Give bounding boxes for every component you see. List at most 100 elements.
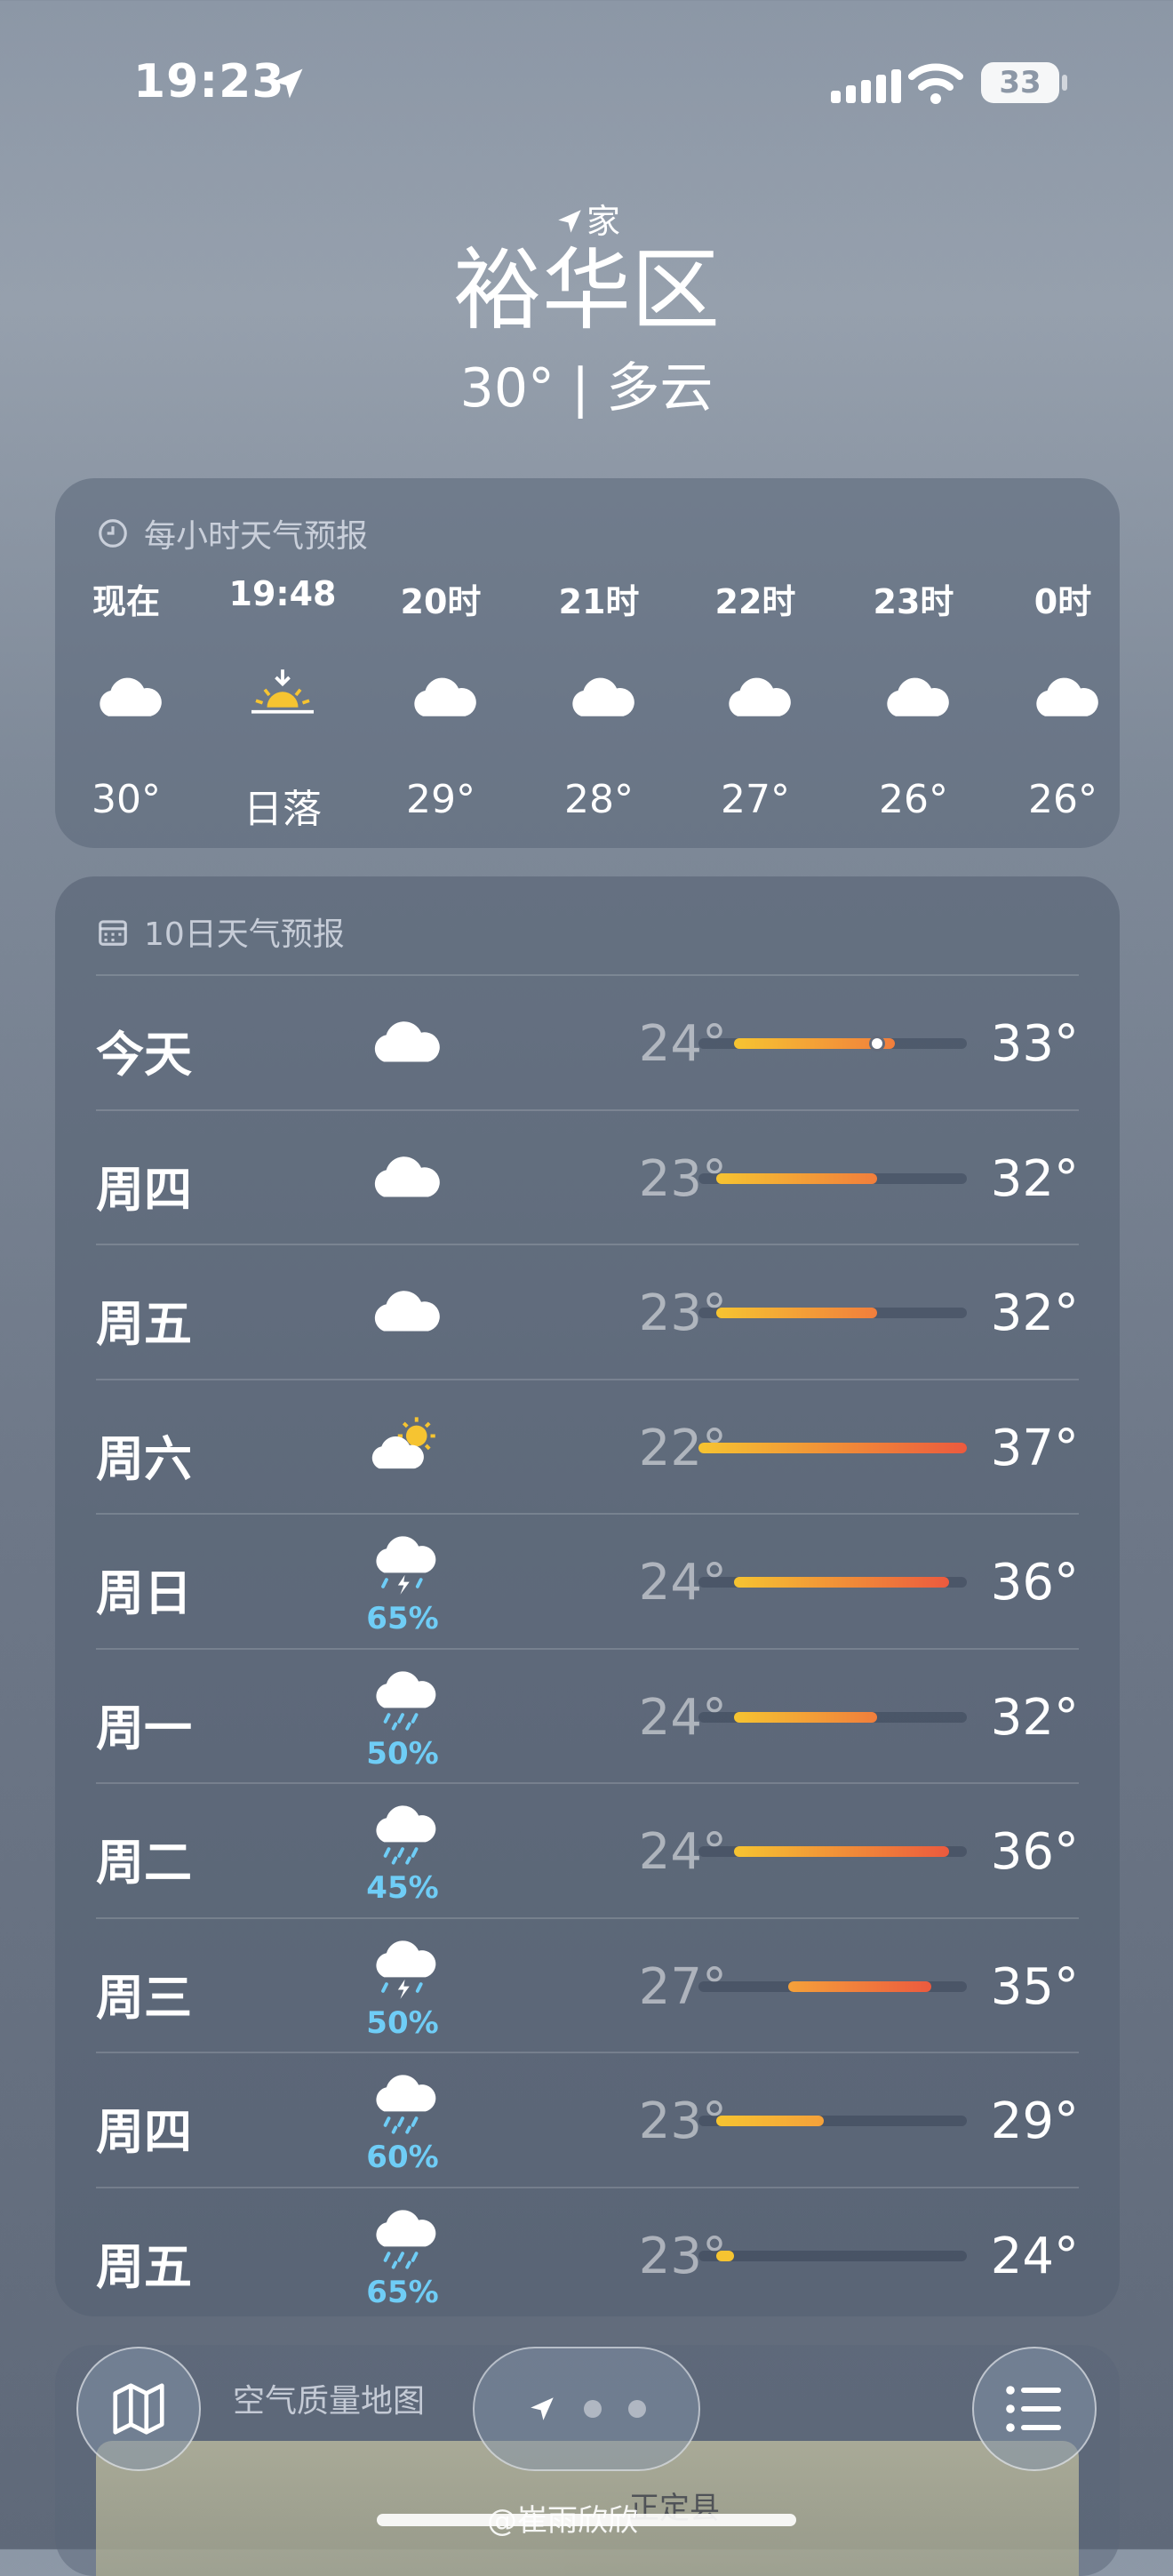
high-temp: 33°	[990, 1015, 1079, 1073]
day-label: 周四	[96, 1161, 192, 1218]
map-icon	[113, 2383, 164, 2435]
day-label: 周一	[96, 1700, 192, 1756]
row-divider	[96, 1108, 1079, 1111]
day-label: 周六	[96, 1430, 192, 1487]
temp-range-fill	[716, 1172, 878, 1184]
cloud-icon	[370, 667, 512, 724]
page-dot	[584, 2400, 602, 2418]
temp-range-fill	[716, 1308, 878, 1318]
cloud-icon	[365, 1279, 440, 1342]
location-services-icon	[273, 68, 303, 99]
row-divider	[96, 2186, 1079, 2188]
hour-label: 21时	[558, 582, 640, 621]
row-divider	[96, 2052, 1079, 2053]
hour-label: 0时	[1033, 582, 1092, 621]
hour-temp: 29°	[406, 777, 475, 822]
daily-row[interactable]: 周一 50% 24° 32°	[96, 1647, 1079, 1782]
list-icon	[1006, 2386, 1061, 2432]
temp-range-fill	[734, 1711, 878, 1723]
hourly-forecast-card[interactable]: 每小时天气预报 现在 30° 19:48 日落 20时 29° 21时 28° 22时 27° 23…	[55, 478, 1120, 848]
temp-range-bar	[698, 1577, 967, 1588]
temp-range-fill	[716, 2250, 735, 2261]
daily-row[interactable]: 周二 45% 24° 36°	[96, 1782, 1079, 1916]
day-label: 周三	[96, 1969, 192, 2026]
clock-icon	[99, 519, 127, 548]
wifi-icon	[908, 63, 963, 104]
calendar-icon	[99, 920, 127, 946]
weather-icon-cell: 50%	[354, 1670, 451, 1772]
day-label: 周二	[96, 1835, 192, 1891]
high-temp: 36°	[990, 1554, 1079, 1612]
temp-range-fill	[734, 1846, 949, 1857]
daily-row[interactable]: 周四 60% 23° 29°	[96, 2052, 1079, 2186]
cloud-icon	[528, 667, 670, 724]
high-temp: 29°	[990, 2092, 1079, 2150]
high-temp: 32°	[990, 1688, 1079, 1747]
weather-icon-cell	[354, 1279, 451, 1342]
battery-indicator: 33	[981, 62, 1059, 103]
weather-icon-cell	[354, 1145, 451, 1208]
precip-chance: 60%	[366, 2140, 439, 2176]
daily-row[interactable]: 周五 23° 32°	[96, 1244, 1079, 1378]
hour-temp: 30°	[92, 777, 161, 822]
daily-row[interactable]: 周四 23° 32°	[96, 1108, 1079, 1244]
precip-chance: 50%	[366, 2004, 439, 2041]
high-temp: 37°	[990, 1419, 1079, 1477]
ten-day-forecast-title: 10日天气预报	[144, 916, 345, 953]
day-label: 今天	[96, 1027, 192, 1083]
row-divider	[96, 1647, 1079, 1650]
day-label: 周五	[96, 2238, 192, 2295]
high-temp: 36°	[990, 1823, 1079, 1881]
current-location-icon	[531, 2397, 554, 2420]
temp-range-fill	[698, 1442, 967, 1453]
hour-temp: 26°	[1028, 777, 1097, 822]
weather-icon-cell: 60%	[354, 2075, 451, 2175]
daily-row[interactable]: 今天 24° 33°	[96, 974, 1079, 1108]
hour-label: 20时	[400, 582, 482, 621]
precip-chance: 45%	[366, 1870, 439, 1907]
weather-icon-cell	[354, 1010, 451, 1073]
temp-range-bar	[698, 1308, 967, 1318]
watermark: @崔雨欣欣	[487, 2503, 638, 2539]
precip-chance: 65%	[366, 1601, 439, 1637]
ten-day-forecast-card[interactable]: 10日天气预报 今天 24° 33° 周四 23° 32° 周五 23° 32° 周六 22° 37°…	[55, 876, 1120, 2316]
status-time: 19:23	[133, 55, 285, 108]
temp-range-bar	[698, 2250, 967, 2261]
temp-range-bar	[698, 1846, 967, 1857]
weather-icon-cell: 50%	[354, 1940, 451, 2041]
map-button[interactable]	[76, 2347, 201, 2471]
cloud-icon	[684, 667, 826, 724]
daily-row[interactable]: 周三 50% 27° 35°	[96, 1916, 1079, 2052]
cloud-icon	[365, 1010, 440, 1073]
row-divider	[96, 1378, 1079, 1380]
weather-icon-cell: 65%	[354, 2209, 451, 2310]
rain-icon	[365, 2075, 440, 2138]
daily-row[interactable]: 周五 65% 23° 24°	[96, 2186, 1079, 2321]
city-list-button[interactable]	[972, 2347, 1097, 2471]
cloud-icon	[55, 667, 197, 724]
cloud-icon	[992, 667, 1120, 724]
hour-label: 19:48	[228, 574, 337, 613]
air-quality-header: 空气质量地图	[233, 2375, 425, 2421]
location-arrow-icon	[558, 210, 581, 233]
ten-day-forecast-header: 10日天气预报	[96, 908, 345, 955]
temp-range-fill	[716, 2116, 824, 2126]
temp-range-bar	[698, 1172, 967, 1184]
hour-temp: 27°	[721, 777, 790, 822]
page-dot	[628, 2400, 646, 2418]
partly-sunny-icon	[365, 1414, 440, 1477]
high-temp: 32°	[990, 1149, 1079, 1208]
precip-chance: 65%	[366, 2274, 439, 2310]
cloud-icon	[842, 667, 985, 724]
row-divider	[96, 1916, 1079, 1919]
hour-label: 现在	[92, 582, 160, 621]
row-divider	[96, 974, 1079, 976]
daily-row[interactable]: 周日 65% 24° 36°	[96, 1513, 1079, 1647]
location-page-indicator[interactable]	[473, 2347, 700, 2471]
hour-temp: 28°	[564, 777, 634, 822]
thunderstorm-icon	[365, 1536, 440, 1599]
daily-row[interactable]: 周六 22° 37°	[96, 1378, 1079, 1513]
cellular-signal-icon	[831, 69, 901, 103]
day-label: 周四	[96, 2104, 192, 2160]
city-name: 裕华区	[453, 238, 720, 342]
